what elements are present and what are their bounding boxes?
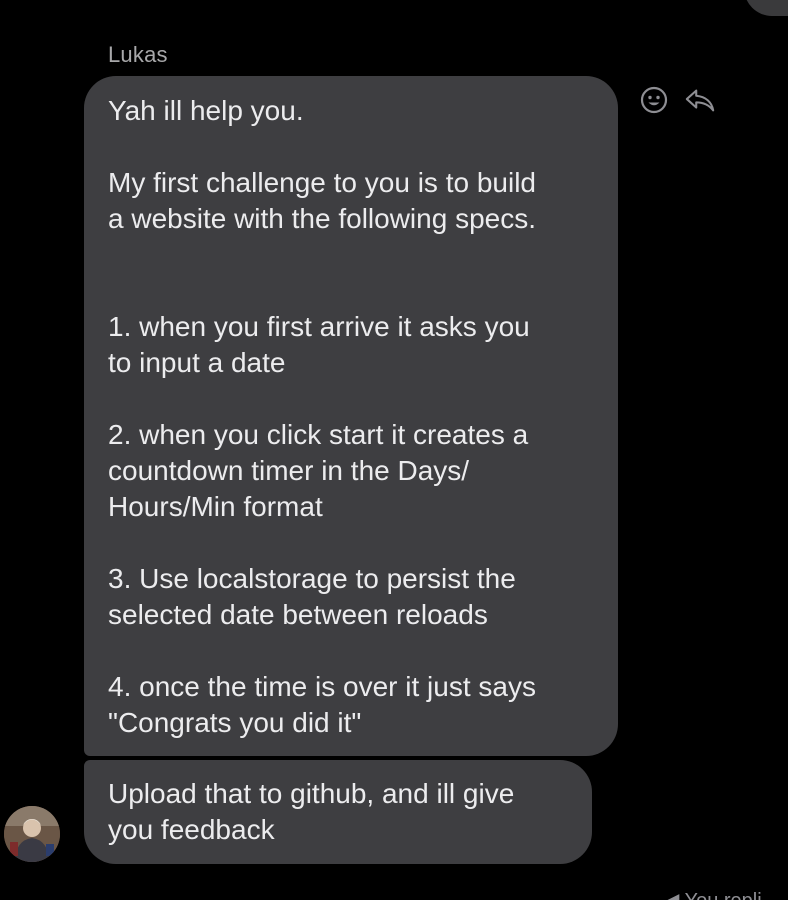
smiley-icon (640, 86, 668, 114)
message-line: to input a date (108, 347, 286, 378)
message-line: 4. once the time is over it just says (108, 671, 536, 702)
message-line: a website with the following specs. (108, 203, 536, 234)
message-line: "Congrats you did it" (108, 707, 362, 738)
message-bubble[interactable]: Yah ill help you. My first challenge to … (84, 76, 618, 756)
avatar-photo (4, 806, 60, 862)
message-line: Hours/Min format (108, 491, 323, 522)
reply-arrow-icon (685, 89, 715, 112)
message-bubble[interactable]: Upload that to github, and ill give you … (84, 760, 592, 864)
reply-indicator-arrow-icon: ◀ (664, 890, 679, 900)
chat-viewport: Lukas Yah ill help you. My first challen… (0, 0, 788, 900)
avatar[interactable] (4, 806, 60, 862)
react-button[interactable] (638, 84, 670, 116)
reply-button[interactable] (684, 84, 716, 116)
reply-indicator: ◀ You repli (664, 888, 762, 900)
message-line: 3. Use localstorage to persist the (108, 563, 516, 594)
message-line: 2. when you click start it creates a (108, 419, 529, 450)
reply-indicator-text: You repli (685, 890, 762, 900)
message-line: Upload that to github, and ill give (108, 778, 515, 809)
message-line: countdown timer in the Days/ (108, 455, 470, 486)
message-line: Yah ill help you. (108, 95, 304, 126)
sender-name: Lukas (108, 42, 168, 67)
previous-message-bubble[interactable] (744, 0, 788, 16)
message-actions (638, 84, 716, 116)
message-line: selected date between reloads (108, 599, 488, 630)
message-line: 1. when you first arrive it asks you (108, 311, 530, 342)
message-line: My first challenge to you is to build (108, 167, 536, 198)
message-line: you feedback (108, 814, 275, 845)
